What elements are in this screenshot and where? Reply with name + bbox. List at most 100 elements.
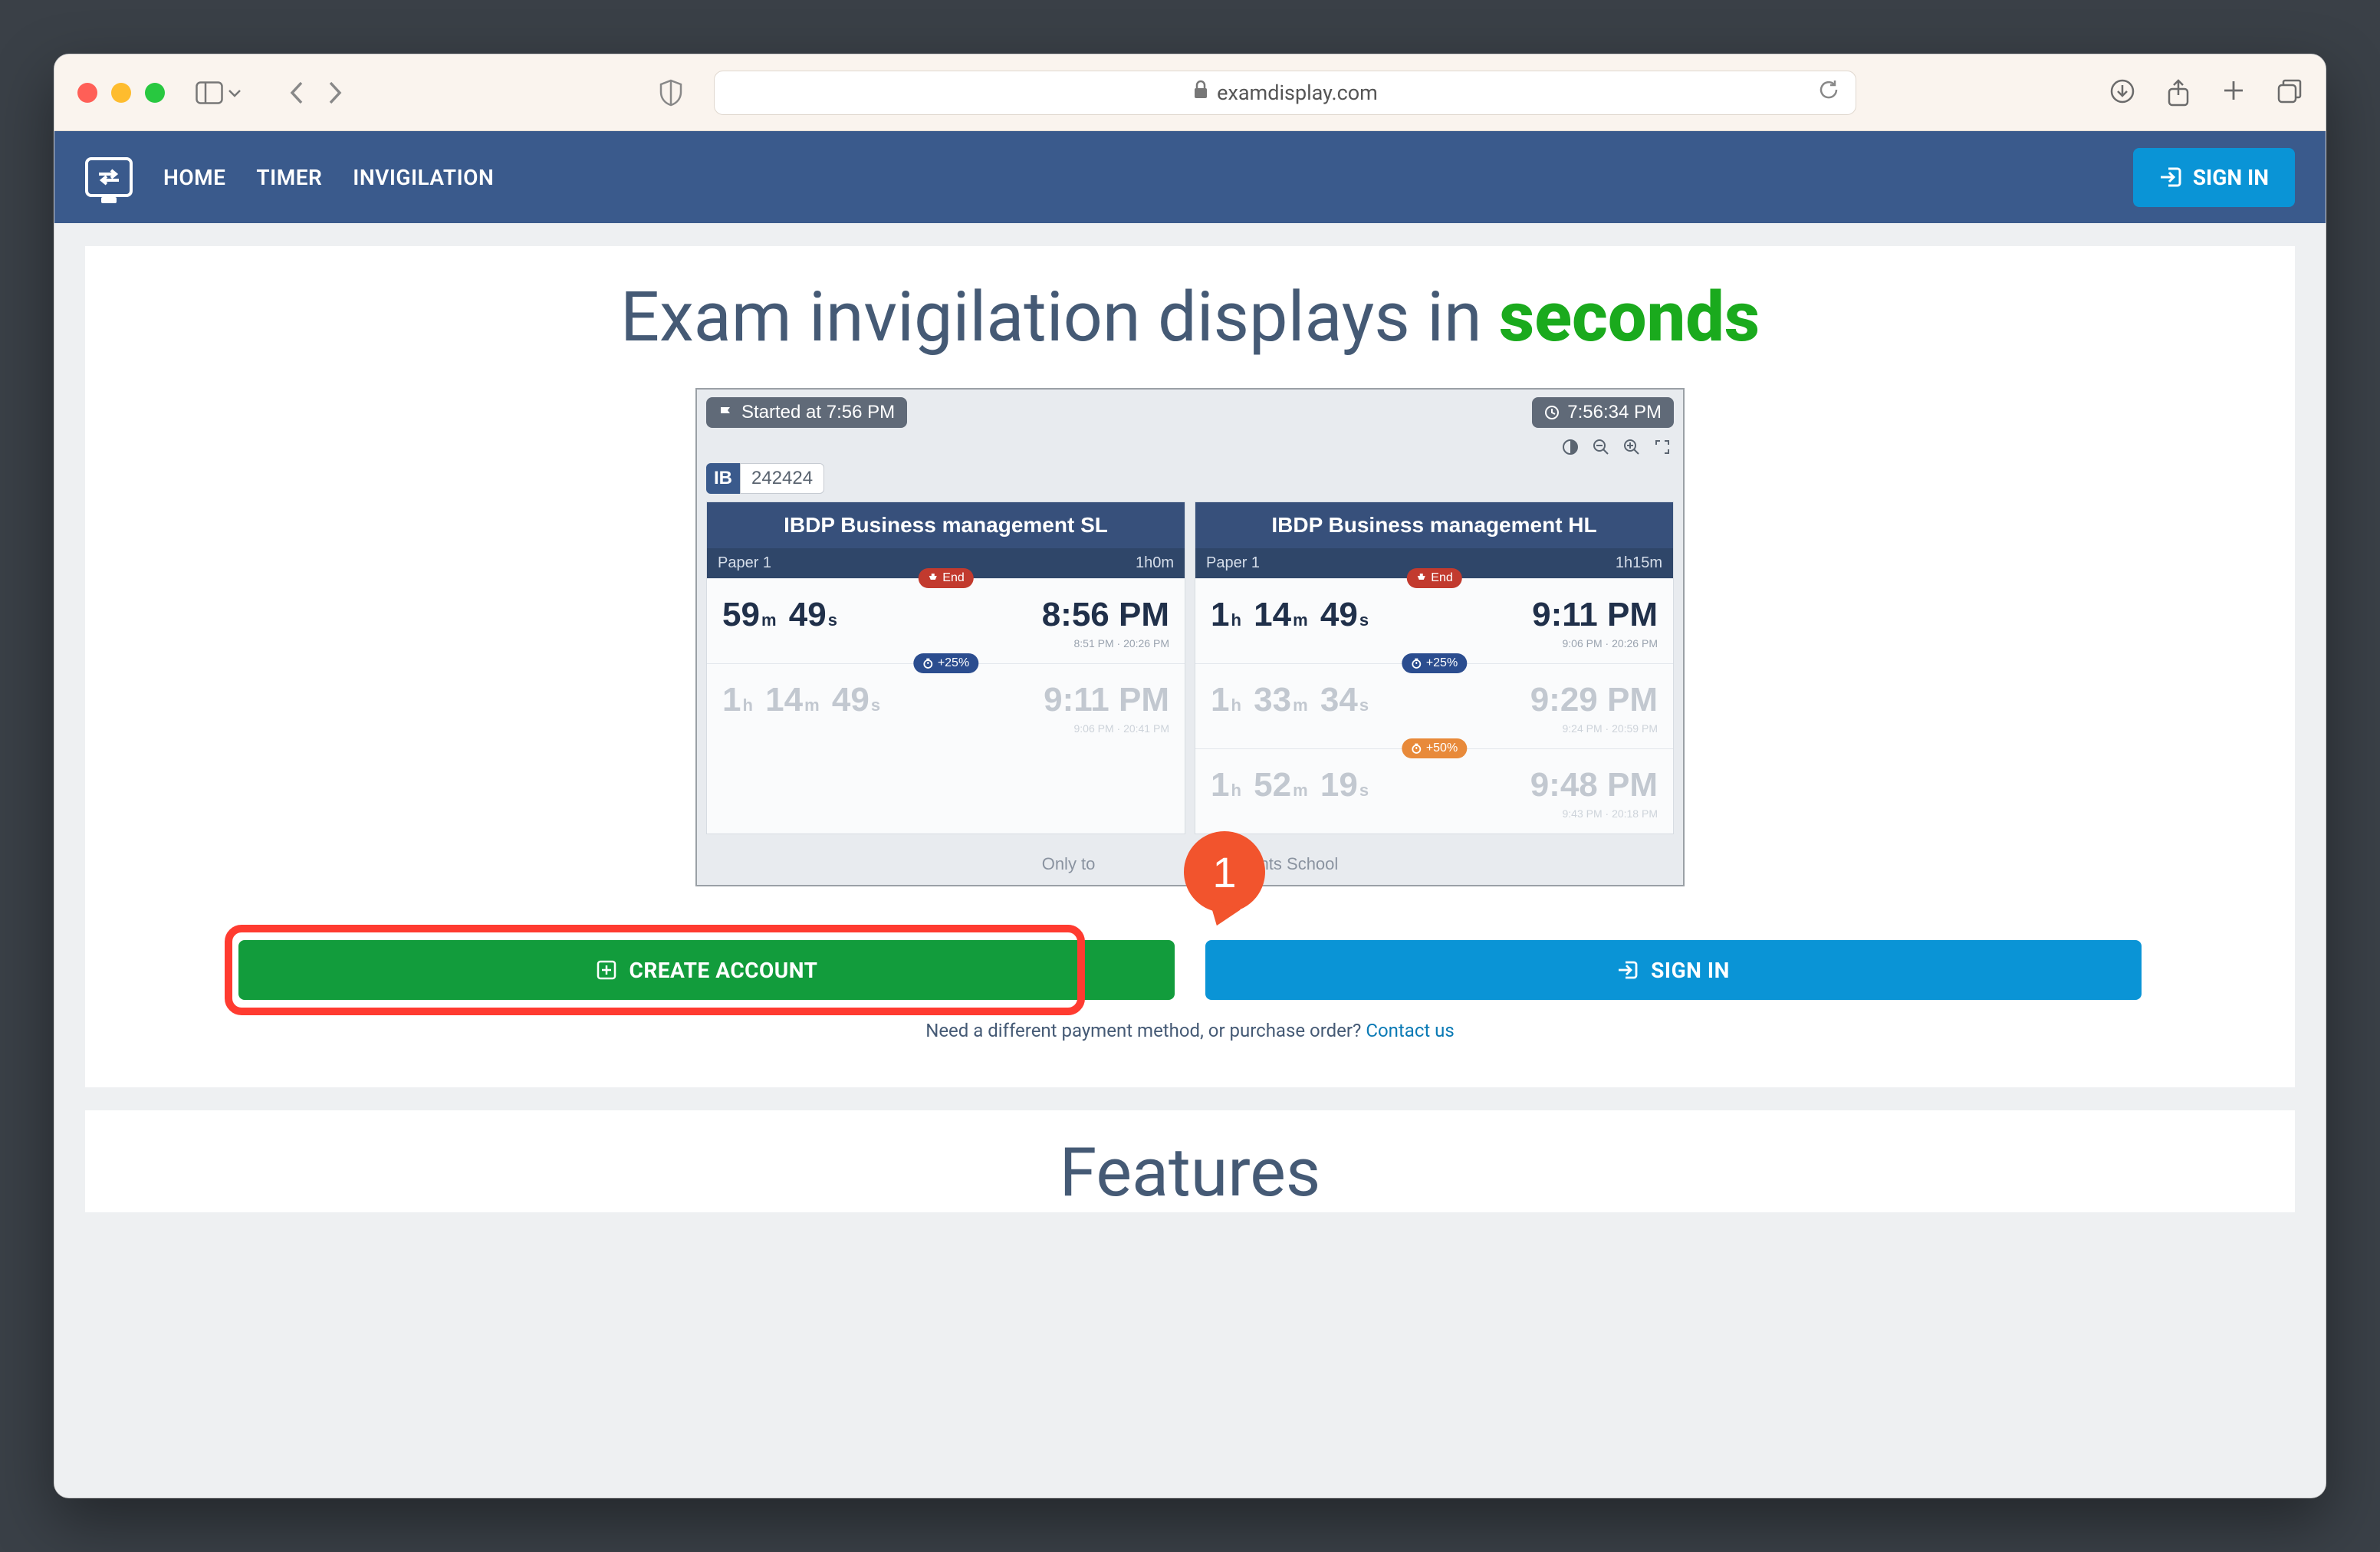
cta-subline-text: Need a different payment method, or purc… <box>925 1020 1366 1041</box>
fine-times: 9:06 PM · 20:26 PM <box>1532 637 1658 649</box>
end-time: 9:11 PM <box>1044 681 1169 719</box>
hero-title: Exam invigilation displays in seconds <box>85 277 2295 357</box>
time-remaining: 1h 52m 19s <box>1211 766 1372 804</box>
exam-display-preview: Started at 7:56 PM 7:56:34 PM IB 242424 <box>695 388 1685 886</box>
end-time-block: 9:11 PM 9:06 PM · 20:26 PM <box>1532 596 1658 649</box>
zoom-in-icon[interactable] <box>1623 439 1640 455</box>
cta-subline: Need a different payment method, or purc… <box>85 1020 2295 1041</box>
time-remaining: 1h 14m 49s <box>722 681 883 719</box>
create-account-button[interactable]: CREATE ACCOUNT <box>238 940 1175 1000</box>
session-badge: IB 242424 <box>706 463 1683 494</box>
nav-invigilation[interactable]: INVIGILATION <box>353 165 494 190</box>
fine-times: 9:43 PM · 20:18 PM <box>1530 807 1658 820</box>
preview-footer-prefix: Only to <box>1042 854 1096 873</box>
annotation-bubble: 1 <box>1184 831 1265 912</box>
started-at-text: Started at 7:56 PM <box>741 402 895 423</box>
clock-icon <box>1544 405 1560 420</box>
panel-title: IBDP Business management HL <box>1195 502 1673 548</box>
chevron-down-icon <box>228 88 242 97</box>
create-account-label: CREATE ACCOUNT <box>630 958 818 983</box>
contact-us-link[interactable]: Contact us <box>1366 1020 1454 1041</box>
sidebar-toggle-button[interactable] <box>188 77 249 109</box>
browser-window: examdisplay.com HOME TIMER INVIGILATION … <box>54 54 2326 1498</box>
site-navbar: HOME TIMER INVIGILATION SIGN IN <box>54 131 2326 223</box>
panel-paper: Paper 1 <box>1206 554 1260 572</box>
back-button[interactable] <box>288 80 304 106</box>
signin-cta-button[interactable]: SIGN IN <box>1205 940 2142 1000</box>
signin-cta-label: SIGN IN <box>1651 958 1730 983</box>
preview-toolbar <box>697 434 1683 463</box>
time-row: +50%1h 52m 19s9:48 PM9:43 PM · 20:18 PM <box>1195 748 1673 834</box>
end-time: 9:48 PM <box>1530 766 1658 804</box>
fullscreen-window-icon[interactable] <box>145 83 165 103</box>
signin-top-button[interactable]: SIGN IN <box>2133 148 2295 207</box>
window-controls <box>77 83 165 103</box>
started-at-badge: Started at 7:56 PM <box>706 397 907 428</box>
address-bar[interactable]: examdisplay.com <box>714 71 1856 115</box>
panel-duration: 1h0m <box>1136 554 1174 572</box>
contrast-icon[interactable] <box>1562 439 1579 455</box>
end-time-block: 9:48 PM 9:43 PM · 20:18 PM <box>1530 766 1658 820</box>
hero-card: Exam invigilation displays in seconds St… <box>85 246 2295 1087</box>
signin-top-label: SIGN IN <box>2193 165 2269 190</box>
reload-icon[interactable] <box>1817 78 1840 107</box>
fine-times: 9:06 PM · 20:41 PM <box>1044 722 1169 735</box>
end-time-block: 9:11 PM 9:06 PM · 20:41 PM <box>1044 681 1169 735</box>
signin-icon <box>1617 959 1639 981</box>
nav-timer[interactable]: TIMER <box>256 165 322 190</box>
fine-times: 8:51 PM · 20:26 PM <box>1042 637 1169 649</box>
features-card: Features <box>85 1110 2295 1212</box>
end-time-block: 8:56 PM 8:51 PM · 20:26 PM <box>1042 596 1169 649</box>
time-row: +25%1h 33m 34s9:29 PM9:24 PM · 20:59 PM <box>1195 663 1673 748</box>
share-icon[interactable] <box>2166 78 2191 107</box>
row-tag: End <box>918 568 973 588</box>
time-row: +25%1h 14m 49s9:11 PM9:06 PM · 20:41 PM <box>707 663 1185 748</box>
features-heading: Features <box>85 1133 2295 1212</box>
row-tag: +25% <box>1402 653 1467 673</box>
site-logo-icon[interactable] <box>85 157 133 197</box>
forward-button[interactable] <box>327 80 344 106</box>
panel-paper: Paper 1 <box>718 554 771 572</box>
time-remaining: 1h 14m 49s <box>1211 596 1372 634</box>
nav-home[interactable]: HOME <box>163 165 225 190</box>
new-tab-icon[interactable] <box>2221 78 2246 107</box>
cta-row: CREATE ACCOUNT SIGN IN <box>85 940 2295 1000</box>
row-tag: +25% <box>913 653 978 673</box>
nav-links: HOME TIMER INVIGILATION <box>163 165 494 190</box>
downloads-icon[interactable] <box>2109 78 2135 107</box>
time-remaining: 59m 49s <box>722 596 840 634</box>
lock-icon <box>1192 80 1209 105</box>
zoom-out-icon[interactable] <box>1593 439 1609 455</box>
current-time-text: 7:56:34 PM <box>1567 402 1662 423</box>
hero-title-prefix: Exam invigilation displays in <box>620 277 1499 357</box>
end-time: 9:11 PM <box>1532 596 1658 634</box>
annotation-number: 1 <box>1212 847 1236 897</box>
end-time-block: 9:29 PM 9:24 PM · 20:59 PM <box>1530 681 1658 735</box>
row-tag: End <box>1406 568 1461 588</box>
url-text: examdisplay.com <box>1217 81 1378 105</box>
fullscreen-icon[interactable] <box>1654 439 1671 455</box>
exam-panel: IBDP Business management HL Paper 1 1h15m E… <box>1195 501 1674 834</box>
panel-duration: 1h15m <box>1616 554 1662 572</box>
tab-overview-icon[interactable] <box>2276 78 2303 107</box>
browser-chrome: examdisplay.com <box>54 54 2326 131</box>
fine-times: 9:24 PM · 20:59 PM <box>1530 722 1658 735</box>
close-window-icon[interactable] <box>77 83 97 103</box>
current-time-badge: 7:56:34 PM <box>1532 397 1674 428</box>
plus-box-icon <box>596 959 617 981</box>
panel-title: IBDP Business management SL <box>707 502 1185 548</box>
time-remaining: 1h 33m 34s <box>1211 681 1372 719</box>
time-row: End59m 49s8:56 PM8:51 PM · 20:26 PM <box>707 578 1185 663</box>
time-row: End1h 14m 49s9:11 PM9:06 PM · 20:26 PM <box>1195 578 1673 663</box>
signin-icon <box>2159 166 2182 189</box>
end-time: 9:29 PM <box>1530 681 1658 719</box>
hero-title-accent: seconds <box>1499 277 1760 357</box>
session-prefix: IB <box>706 463 740 494</box>
privacy-shield-icon[interactable] <box>659 79 683 107</box>
row-tag: +50% <box>1402 738 1467 758</box>
end-time: 8:56 PM <box>1042 596 1169 634</box>
exam-panel: IBDP Business management SL Paper 1 1h0m En… <box>706 501 1185 834</box>
exam-panels: IBDP Business management SL Paper 1 1h0m En… <box>697 501 1683 834</box>
minimize-window-icon[interactable] <box>111 83 131 103</box>
flag-icon <box>718 405 734 420</box>
